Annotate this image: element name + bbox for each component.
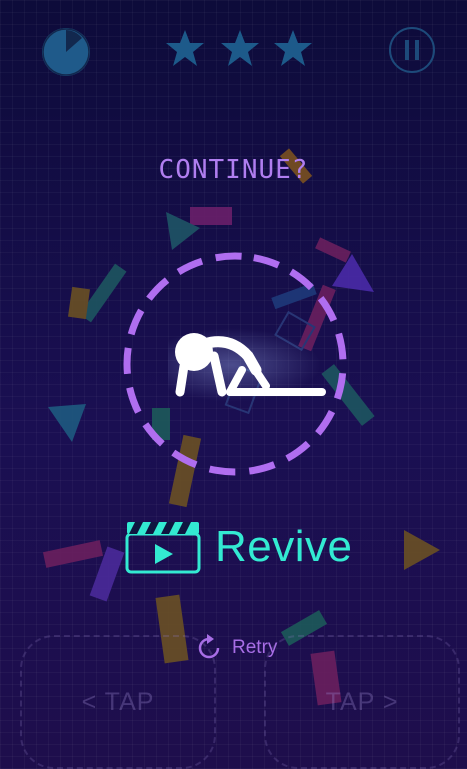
star-icon — [166, 30, 204, 66]
star-icon — [221, 30, 259, 66]
video-clapper-icon — [125, 522, 201, 574]
confetti-piece — [48, 404, 86, 442]
pie-timer-icon — [42, 28, 90, 76]
star-rating — [163, 26, 313, 70]
confetti-piece — [190, 207, 232, 225]
confetti-piece — [404, 530, 440, 570]
left-tap-label: < TAP — [81, 687, 155, 716]
confetti-piece — [42, 540, 104, 568]
continue-title: CONTINUE? — [158, 155, 309, 185]
revive-label: Revive — [215, 522, 353, 571]
right-tap-label: TAP > — [325, 687, 399, 716]
fallen-player-icon — [175, 333, 326, 397]
right-tap-pad[interactable]: TAP > — [264, 635, 460, 769]
pause-button[interactable] — [388, 26, 436, 74]
left-tap-pad[interactable]: < TAP — [20, 635, 216, 769]
pause-icon — [389, 27, 435, 73]
star-icon — [274, 30, 312, 66]
revive-button[interactable]: Revive — [125, 520, 353, 574]
star-icons — [166, 30, 312, 66]
